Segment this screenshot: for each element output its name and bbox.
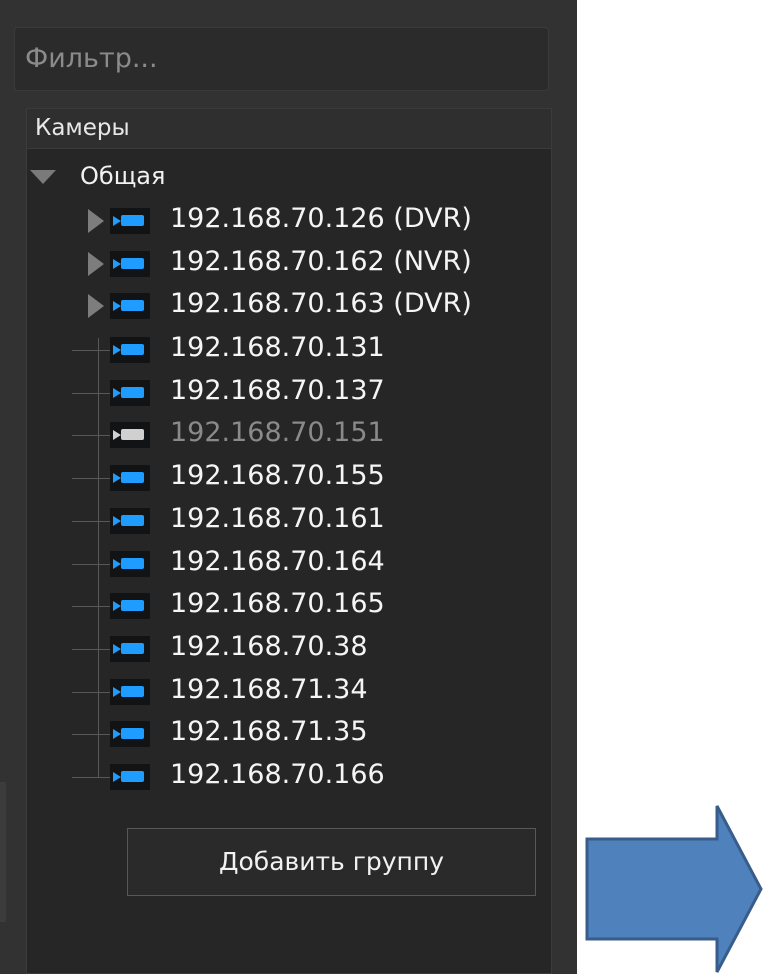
device-label: 192.168.70.155 <box>170 460 385 491</box>
camera-icon <box>110 721 150 747</box>
camera-icon <box>110 337 150 363</box>
device-row[interactable]: 192.168.71.35 <box>26 713 552 755</box>
device-row[interactable]: 192.168.70.137 <box>26 372 552 414</box>
device-row[interactable]: 192.168.70.38 <box>26 628 552 670</box>
device-row[interactable]: 192.168.70.164 <box>26 543 552 585</box>
filter-input[interactable] <box>25 28 538 90</box>
tree-connector <box>72 606 110 607</box>
group-row[interactable]: Общая <box>26 158 552 200</box>
device-row[interactable]: 192.168.70.155 <box>26 457 552 499</box>
device-label: 192.168.70.164 <box>170 546 385 577</box>
tree-connector <box>72 734 110 735</box>
expand-arrow-icon[interactable] <box>88 252 104 276</box>
tree-connector <box>72 435 110 436</box>
device-label: 192.168.71.35 <box>170 716 368 747</box>
camera-icon <box>110 593 150 619</box>
group-label: Общая <box>80 162 166 190</box>
device-row[interactable]: 192.168.70.163 (DVR) <box>26 285 552 327</box>
tree-connector <box>72 564 110 565</box>
tree-connector <box>72 350 110 351</box>
camera-icon <box>110 422 150 448</box>
camera-icon <box>110 679 150 705</box>
tree-connector <box>72 393 110 394</box>
device-row[interactable]: 192.168.70.126 (DVR) <box>26 200 552 242</box>
camera-icon <box>110 293 150 319</box>
device-label: 192.168.70.162 (NVR) <box>170 246 472 277</box>
device-label: 192.168.70.126 (DVR) <box>170 203 472 234</box>
device-row[interactable]: 192.168.70.165 <box>26 585 552 627</box>
tree-connector <box>72 521 110 522</box>
camera-icon <box>110 208 150 234</box>
right-arrow-icon <box>585 804 763 974</box>
device-label: 192.168.70.131 <box>170 332 385 363</box>
camera-icon <box>110 551 150 577</box>
device-label: 192.168.70.166 <box>170 759 385 790</box>
device-label: 192.168.70.163 (DVR) <box>170 288 472 319</box>
expand-arrow-icon[interactable] <box>88 294 104 318</box>
tree-connector <box>72 692 110 693</box>
device-row[interactable]: 192.168.70.162 (NVR) <box>26 243 552 285</box>
device-label: 192.168.70.165 <box>170 588 385 619</box>
device-label: 192.168.70.38 <box>170 631 368 662</box>
camera-icon <box>110 636 150 662</box>
camera-icon <box>110 251 150 277</box>
expand-arrow-icon[interactable] <box>88 209 104 233</box>
filter-field[interactable] <box>14 27 549 91</box>
tree-connector-vertical <box>98 338 99 777</box>
device-label: 192.168.70.151 <box>170 417 385 448</box>
camera-icon <box>110 764 150 790</box>
device-label: 192.168.70.137 <box>170 375 385 406</box>
camera-panel: Камеры Общая 192.168.70.126 (DVR) 192.168… <box>0 0 577 974</box>
panel-edge <box>0 782 6 922</box>
tree-header: Камеры <box>27 109 551 149</box>
collapse-arrow-icon[interactable] <box>30 170 56 184</box>
device-row[interactable]: 192.168.70.131 <box>26 329 552 371</box>
camera-icon <box>110 380 150 406</box>
device-row[interactable]: 192.168.71.34 <box>26 671 552 713</box>
device-row[interactable]: 192.168.70.161 <box>26 500 552 542</box>
camera-icon <box>110 508 150 534</box>
tree-connector <box>72 478 110 479</box>
device-label: 192.168.70.161 <box>170 503 385 534</box>
camera-icon <box>110 465 150 491</box>
tree-connector <box>72 777 110 778</box>
tree-connector <box>72 649 110 650</box>
device-row[interactable]: 192.168.70.166 <box>26 756 552 798</box>
add-group-button[interactable]: Добавить группу <box>127 828 536 896</box>
device-row[interactable]: 192.168.70.151 <box>26 414 552 456</box>
device-label: 192.168.71.34 <box>170 674 368 705</box>
